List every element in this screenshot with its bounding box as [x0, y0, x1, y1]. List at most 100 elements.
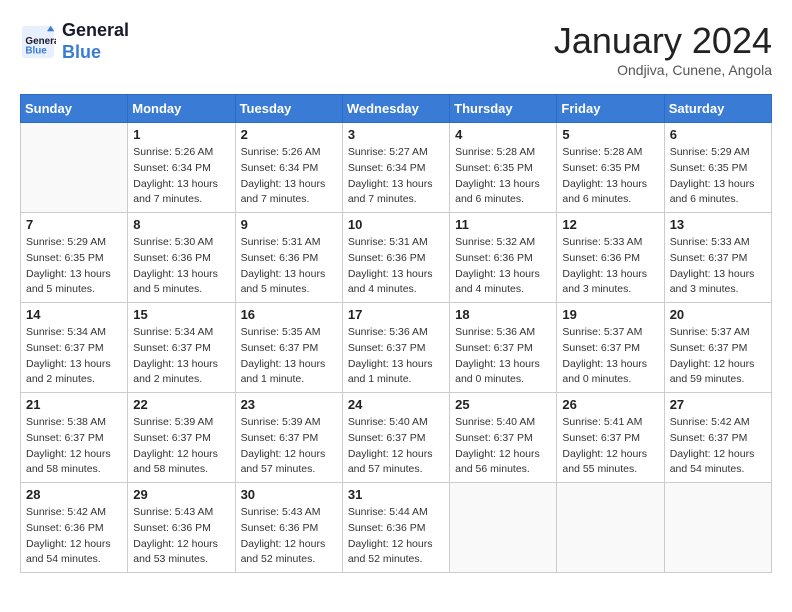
day-number: 1	[133, 127, 229, 142]
day-info: Sunrise: 5:36 AMSunset: 6:37 PMDaylight:…	[348, 325, 444, 388]
calendar-cell-4-3: 23Sunrise: 5:39 AMSunset: 6:37 PMDayligh…	[235, 393, 342, 483]
weekday-header-wednesday: Wednesday	[342, 95, 449, 123]
day-info: Sunrise: 5:32 AMSunset: 6:36 PMDaylight:…	[455, 235, 551, 298]
calendar-cell-3-1: 14Sunrise: 5:34 AMSunset: 6:37 PMDayligh…	[21, 303, 128, 393]
day-info: Sunrise: 5:43 AMSunset: 6:36 PMDaylight:…	[241, 505, 337, 568]
day-number: 12	[562, 217, 658, 232]
day-info: Sunrise: 5:38 AMSunset: 6:37 PMDaylight:…	[26, 415, 122, 478]
day-number: 15	[133, 307, 229, 322]
day-info: Sunrise: 5:28 AMSunset: 6:35 PMDaylight:…	[562, 145, 658, 208]
calendar-week-4: 21 Sunrise: 5:38 AMSunset: 6:37 PMDayligh…	[21, 393, 772, 483]
calendar-week-3: 14Sunrise: 5:34 AMSunset: 6:37 PMDayligh…	[21, 303, 772, 393]
day-number: 26	[562, 397, 658, 412]
calendar-cell-4-2: 22 Sunrise: 5:39 AMSunset: 6:37 PMDayligh…	[128, 393, 235, 483]
day-number: 13	[670, 217, 766, 232]
day-number: 11	[455, 217, 551, 232]
day-number: 23	[241, 397, 337, 412]
day-info: Sunrise: 5:31 AMSunset: 6:36 PMDaylight:…	[348, 235, 444, 298]
calendar-cell-4-5: 25 Sunrise: 5:40 AMSunset: 6:37 PMDayligh…	[450, 393, 557, 483]
day-number: 4	[455, 127, 551, 142]
calendar-cell-2-2: 8Sunrise: 5:30 AMSunset: 6:36 PMDaylight…	[128, 213, 235, 303]
day-info: Sunrise: 5:28 AMSunset: 6:35 PMDaylight:…	[455, 145, 551, 208]
day-info: Sunrise: 5:40 AMSunset: 6:37 PMDaylight:…	[455, 415, 551, 478]
day-number: 17	[348, 307, 444, 322]
day-number: 18	[455, 307, 551, 322]
day-number: 25	[455, 397, 551, 412]
day-number: 10	[348, 217, 444, 232]
day-number: 24	[348, 397, 444, 412]
logo-text-line1: General	[62, 20, 129, 42]
day-info: Sunrise: 5:43 AMSunset: 6:36 PMDaylight:…	[133, 505, 229, 568]
calendar-cell-5-3: 30 Sunrise: 5:43 AMSunset: 6:36 PMDayligh…	[235, 483, 342, 573]
calendar-cell-5-4: 31 Sunrise: 5:44 AMSunset: 6:36 PMDayligh…	[342, 483, 449, 573]
day-info: Sunrise: 5:44 AMSunset: 6:36 PMDaylight:…	[348, 505, 444, 568]
calendar-cell-3-2: 15 Sunrise: 5:34 AMSunset: 6:37 PMDayligh…	[128, 303, 235, 393]
day-info: Sunrise: 5:37 AMSunset: 6:37 PMDaylight:…	[562, 325, 658, 388]
calendar-cell-4-7: 27 Sunrise: 5:42 AMSunset: 6:37 PMDayligh…	[664, 393, 771, 483]
day-info: Sunrise: 5:26 AMSunset: 6:34 PMDaylight:…	[241, 145, 337, 208]
day-number: 30	[241, 487, 337, 502]
calendar-cell-5-6	[557, 483, 664, 573]
day-number: 9	[241, 217, 337, 232]
day-number: 7	[26, 217, 122, 232]
day-info: Sunrise: 5:41 AMSunset: 6:37 PMDaylight:…	[562, 415, 658, 478]
logo-text-line2: Blue	[62, 42, 129, 64]
calendar-cell-4-4: 24Sunrise: 5:40 AMSunset: 6:37 PMDayligh…	[342, 393, 449, 483]
weekday-header-tuesday: Tuesday	[235, 95, 342, 123]
calendar-title: January 2024	[554, 20, 772, 62]
day-number: 2	[241, 127, 337, 142]
calendar-cell-5-1: 28 Sunrise: 5:42 AMSunset: 6:36 PMDayligh…	[21, 483, 128, 573]
weekday-header-saturday: Saturday	[664, 95, 771, 123]
page-header: General Blue General Blue January 2024 O…	[20, 20, 772, 78]
day-info: Sunrise: 5:35 AMSunset: 6:37 PMDaylight:…	[241, 325, 337, 388]
day-number: 21	[26, 397, 122, 412]
calendar-cell-2-1: 7 Sunrise: 5:29 AMSunset: 6:35 PMDaylight…	[21, 213, 128, 303]
calendar-cell-1-1	[21, 123, 128, 213]
day-info: Sunrise: 5:33 AMSunset: 6:36 PMDaylight:…	[562, 235, 658, 298]
weekday-header-monday: Monday	[128, 95, 235, 123]
day-info: Sunrise: 5:42 AMSunset: 6:36 PMDaylight:…	[26, 505, 122, 568]
day-info: Sunrise: 5:26 AMSunset: 6:34 PMDaylight:…	[133, 145, 229, 208]
calendar-body: 1 Sunrise: 5:26 AMSunset: 6:34 PMDaylight…	[21, 123, 772, 573]
day-number: 28	[26, 487, 122, 502]
weekday-header-friday: Friday	[557, 95, 664, 123]
day-number: 31	[348, 487, 444, 502]
day-number: 22	[133, 397, 229, 412]
logo: General Blue General Blue	[20, 20, 129, 63]
day-info: Sunrise: 5:29 AMSunset: 6:35 PMDaylight:…	[26, 235, 122, 298]
day-info: Sunrise: 5:31 AMSunset: 6:36 PMDaylight:…	[241, 235, 337, 298]
calendar-cell-3-7: 20 Sunrise: 5:37 AMSunset: 6:37 PMDayligh…	[664, 303, 771, 393]
day-number: 3	[348, 127, 444, 142]
calendar-cell-2-4: 10 Sunrise: 5:31 AMSunset: 6:36 PMDayligh…	[342, 213, 449, 303]
day-info: Sunrise: 5:39 AMSunset: 6:37 PMDaylight:…	[133, 415, 229, 478]
svg-text:Blue: Blue	[25, 45, 47, 56]
calendar-cell-4-1: 21 Sunrise: 5:38 AMSunset: 6:37 PMDayligh…	[21, 393, 128, 483]
calendar-cell-2-7: 13Sunrise: 5:33 AMSunset: 6:37 PMDayligh…	[664, 213, 771, 303]
day-info: Sunrise: 5:42 AMSunset: 6:37 PMDaylight:…	[670, 415, 766, 478]
day-info: Sunrise: 5:37 AMSunset: 6:37 PMDaylight:…	[670, 325, 766, 388]
day-number: 5	[562, 127, 658, 142]
calendar-cell-1-3: 2 Sunrise: 5:26 AMSunset: 6:34 PMDaylight…	[235, 123, 342, 213]
calendar-cell-1-2: 1 Sunrise: 5:26 AMSunset: 6:34 PMDaylight…	[128, 123, 235, 213]
day-info: Sunrise: 5:29 AMSunset: 6:35 PMDaylight:…	[670, 145, 766, 208]
weekday-header-thursday: Thursday	[450, 95, 557, 123]
calendar-week-2: 7 Sunrise: 5:29 AMSunset: 6:35 PMDaylight…	[21, 213, 772, 303]
calendar-cell-5-5	[450, 483, 557, 573]
calendar-cell-1-5: 4 Sunrise: 5:28 AMSunset: 6:35 PMDaylight…	[450, 123, 557, 213]
day-info: Sunrise: 5:36 AMSunset: 6:37 PMDaylight:…	[455, 325, 551, 388]
day-info: Sunrise: 5:34 AMSunset: 6:37 PMDaylight:…	[133, 325, 229, 388]
day-info: Sunrise: 5:27 AMSunset: 6:34 PMDaylight:…	[348, 145, 444, 208]
logo-icon: General Blue	[20, 24, 56, 60]
calendar-cell-3-5: 18 Sunrise: 5:36 AMSunset: 6:37 PMDayligh…	[450, 303, 557, 393]
calendar-cell-3-4: 17 Sunrise: 5:36 AMSunset: 6:37 PMDayligh…	[342, 303, 449, 393]
calendar-cell-1-7: 6 Sunrise: 5:29 AMSunset: 6:35 PMDaylight…	[664, 123, 771, 213]
day-info: Sunrise: 5:30 AMSunset: 6:36 PMDaylight:…	[133, 235, 229, 298]
day-number: 6	[670, 127, 766, 142]
day-number: 20	[670, 307, 766, 322]
day-number: 29	[133, 487, 229, 502]
calendar-cell-3-6: 19Sunrise: 5:37 AMSunset: 6:37 PMDayligh…	[557, 303, 664, 393]
calendar-cell-2-6: 12 Sunrise: 5:33 AMSunset: 6:36 PMDayligh…	[557, 213, 664, 303]
day-number: 27	[670, 397, 766, 412]
calendar-cell-3-3: 16Sunrise: 5:35 AMSunset: 6:37 PMDayligh…	[235, 303, 342, 393]
calendar-cell-2-5: 11 Sunrise: 5:32 AMSunset: 6:36 PMDayligh…	[450, 213, 557, 303]
